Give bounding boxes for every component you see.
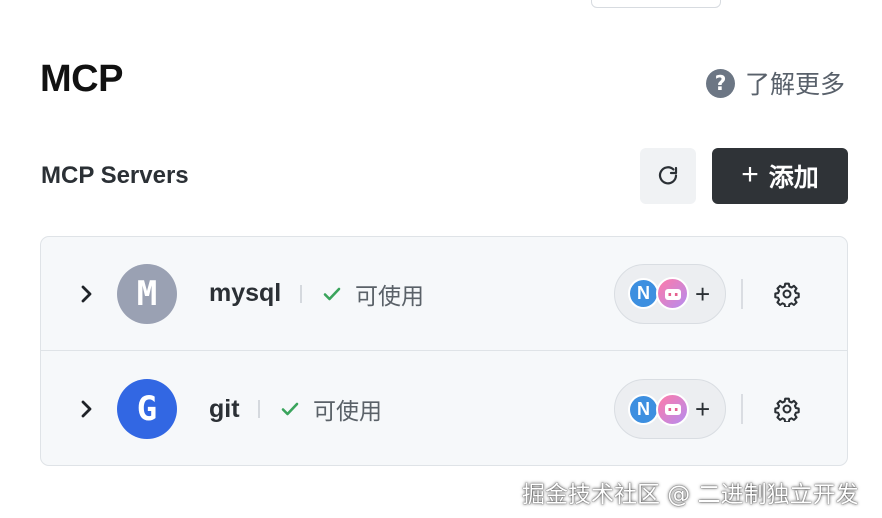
check-icon (281, 402, 299, 416)
help-circle-icon: ? (706, 68, 735, 98)
watermark: 掘金技术社区 @ 二进制独立开发 (522, 482, 859, 508)
status-text: 可使用 (313, 399, 382, 425)
robot-icon (656, 277, 689, 310)
learn-more-label: 了解更多 (745, 70, 846, 99)
server-avatar: G (117, 379, 177, 439)
add-agent-icon: + (695, 394, 711, 424)
plus-icon: + (741, 157, 759, 191)
page-title: MCP (40, 58, 123, 100)
add-server-button[interactable]: + 添加 (712, 148, 848, 204)
gear-icon[interactable] (772, 394, 802, 424)
agent-avatar: N (628, 278, 659, 309)
server-list: M mysql 可使用 N + G git 可使用 N + (40, 236, 848, 466)
gear-icon[interactable] (772, 279, 802, 309)
server-avatar: M (117, 263, 177, 324)
check-icon (323, 287, 341, 300)
refresh-icon (658, 166, 678, 185)
agent-assignment-pill[interactable]: N + (614, 263, 726, 324)
divider (741, 278, 743, 309)
chevron-right-icon[interactable] (78, 285, 96, 303)
divider (741, 394, 743, 424)
chevron-right-icon[interactable] (78, 400, 96, 418)
refresh-button[interactable] (640, 148, 696, 204)
server-row[interactable]: G git 可使用 N + (41, 352, 847, 465)
agent-avatar: N (628, 393, 659, 425)
server-row[interactable]: M mysql 可使用 N + (41, 237, 847, 351)
divider (258, 400, 260, 418)
learn-more-link[interactable]: ? 了解更多 (706, 66, 845, 100)
add-button-label: 添加 (768, 163, 819, 192)
robot-icon (656, 392, 689, 426)
divider (300, 284, 302, 303)
server-name: mysql (209, 279, 282, 307)
status-text: 可使用 (355, 283, 424, 310)
agent-assignment-pill[interactable]: N + (614, 379, 726, 439)
add-agent-icon: + (695, 278, 711, 309)
section-title: MCP Servers (41, 162, 189, 189)
top-partial-button[interactable] (591, 0, 721, 8)
server-name: git (209, 394, 240, 423)
